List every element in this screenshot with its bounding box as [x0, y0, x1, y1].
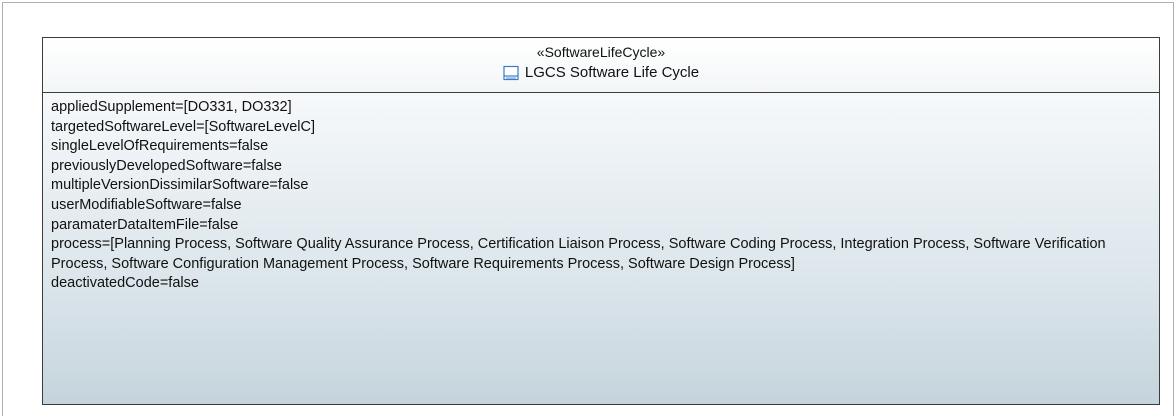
property-previously-developed-software: previouslyDevelopedSoftware=false — [51, 157, 282, 174]
block-icon — [503, 65, 519, 81]
property-deactivated-code: deactivatedCode=false — [51, 275, 199, 292]
property-compartment: appliedSupplement=[DO331, DO332] targete… — [43, 93, 1159, 294]
property-applied-supplement: appliedSupplement=[DO331, DO332] — [51, 99, 292, 115]
block-stereotype: «SoftwareLifeCycle» — [536, 44, 666, 60]
property-single-level-of-requirements: singleLevelOfRequirements=false — [51, 138, 269, 155]
block-title-row: LGCS Software Life Cycle — [503, 62, 699, 84]
property-multiple-version-dissimilar-software: multipleVersionDissimilarSoftware=false — [51, 177, 309, 194]
property-targeted-software-level: targetedSoftwareLevel=[SoftwareLevelC] — [51, 118, 315, 135]
property-process: process=[Planning Process, Software Qual… — [51, 236, 1106, 272]
diagram-canvas: «SoftwareLifeCycle» LGCS Software Life C… — [2, 2, 1174, 416]
block-header: «SoftwareLifeCycle» LGCS Software Life C… — [43, 38, 1159, 93]
block-name: LGCS Software Life Cycle — [524, 64, 700, 81]
property-parameter-data-item-file: paramaterDataItemFile=false — [51, 216, 239, 233]
uml-block[interactable]: «SoftwareLifeCycle» LGCS Software Life C… — [42, 37, 1160, 405]
property-user-modifiable-software: userModifiableSoftware=false — [51, 196, 242, 213]
